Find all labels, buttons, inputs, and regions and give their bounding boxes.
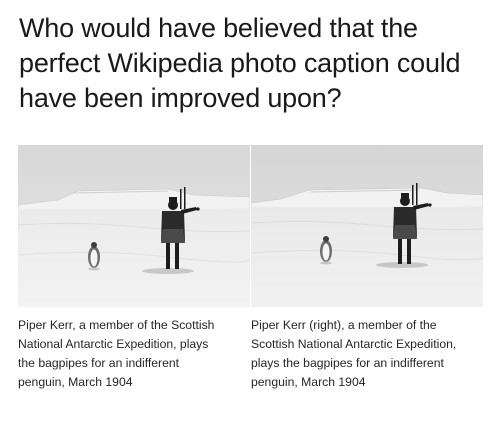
panel-left: Piper Kerr, a member of the Scottish Nat…: [18, 145, 250, 392]
antarctic-photo-image: [18, 145, 250, 307]
caption-left: Piper Kerr, a member of the Scottish Nat…: [18, 318, 215, 389]
caption-right: Piper Kerr (right), a member of the Scot…: [251, 318, 457, 389]
photo-left: [18, 145, 250, 307]
antarctic-photo-image: [251, 145, 483, 307]
panel-right: Piper Kerr (right), a member of the Scot…: [251, 145, 483, 392]
headline: Who would have believed that the perfect…: [19, 11, 489, 116]
photo-right: [251, 145, 483, 307]
headline-text: Who would have believed that the perfect…: [19, 13, 461, 113]
